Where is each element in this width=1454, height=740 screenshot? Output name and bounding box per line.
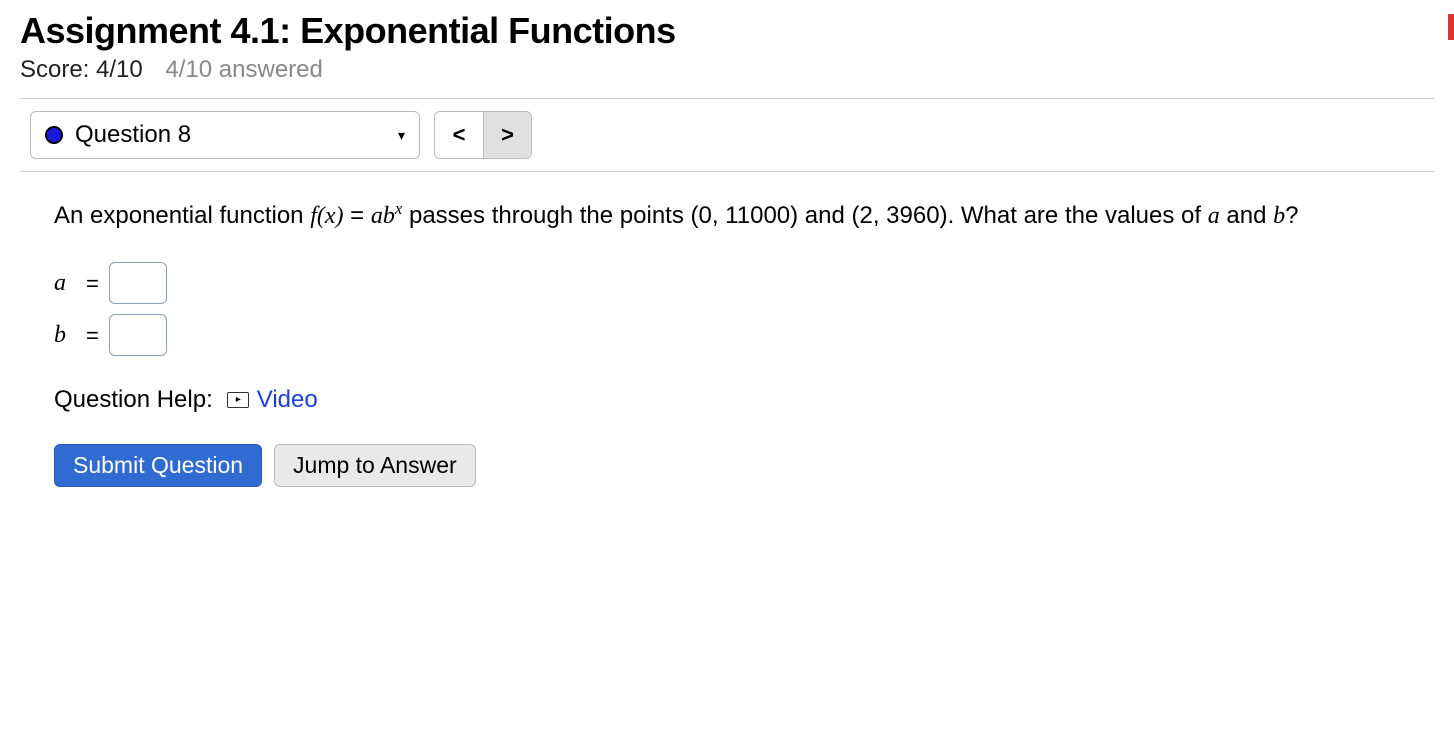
answer-input-b[interactable] bbox=[109, 314, 167, 356]
caret-down-icon: ▾ bbox=[398, 127, 405, 144]
question-prompt: An exponential function f(x) = abx passe… bbox=[54, 196, 1404, 234]
prompt-qmark: ? bbox=[1285, 202, 1298, 229]
question-status-dot-icon bbox=[45, 126, 63, 144]
answer-label-a: a bbox=[54, 265, 76, 301]
score-value: Score: 4/10 bbox=[20, 56, 143, 83]
chevron-right-icon: > bbox=[501, 122, 514, 148]
answer-row-b: b = bbox=[54, 314, 1404, 356]
math-fx: f(x) bbox=[310, 203, 343, 229]
prev-question-button[interactable]: < bbox=[435, 112, 483, 158]
button-row: Submit Question Jump to Answer bbox=[54, 444, 1404, 487]
answer-block: a = b = bbox=[54, 262, 1404, 356]
answer-input-a[interactable] bbox=[109, 262, 167, 304]
jump-to-answer-button[interactable]: Jump to Answer bbox=[274, 444, 476, 487]
math-eq: = bbox=[344, 202, 371, 229]
next-question-button[interactable]: > bbox=[483, 112, 531, 158]
help-label: Question Help: bbox=[54, 382, 213, 418]
answer-label-b: b bbox=[54, 317, 76, 353]
answer-row-a: a = bbox=[54, 262, 1404, 304]
math-b-var: b bbox=[1273, 203, 1285, 229]
math-ab: ab bbox=[371, 203, 395, 229]
question-selector-dropdown[interactable]: Question 8 ▾ bbox=[30, 111, 420, 159]
eq-sign-b: = bbox=[86, 319, 99, 352]
help-row: Question Help: ▸ Video bbox=[54, 382, 1404, 418]
prompt-text-2: passes through the points (0, 11000) and… bbox=[402, 202, 1207, 229]
question-number-label: Question 8 bbox=[75, 121, 191, 149]
prev-next-group: < > bbox=[434, 111, 532, 159]
chevron-left-icon: < bbox=[453, 122, 466, 148]
video-icon: ▸ bbox=[227, 392, 249, 408]
score-row: Score: 4/10 4/10 answered bbox=[20, 56, 1434, 84]
prompt-and-word: and bbox=[1220, 202, 1273, 229]
math-a-var: a bbox=[1208, 203, 1220, 229]
eq-sign-a: = bbox=[86, 267, 99, 300]
answered-count: 4/10 answered bbox=[165, 56, 322, 83]
question-body: An exponential function f(x) = abx passe… bbox=[20, 172, 1434, 507]
prompt-text-1: An exponential function bbox=[54, 202, 310, 229]
submit-question-button[interactable]: Submit Question bbox=[54, 444, 262, 487]
right-edge-marker bbox=[1448, 14, 1454, 40]
question-nav-row: Question 8 ▾ < > bbox=[20, 99, 1434, 171]
assignment-title: Assignment 4.1: Exponential Functions bbox=[20, 10, 1434, 52]
video-link[interactable]: Video bbox=[257, 382, 318, 418]
